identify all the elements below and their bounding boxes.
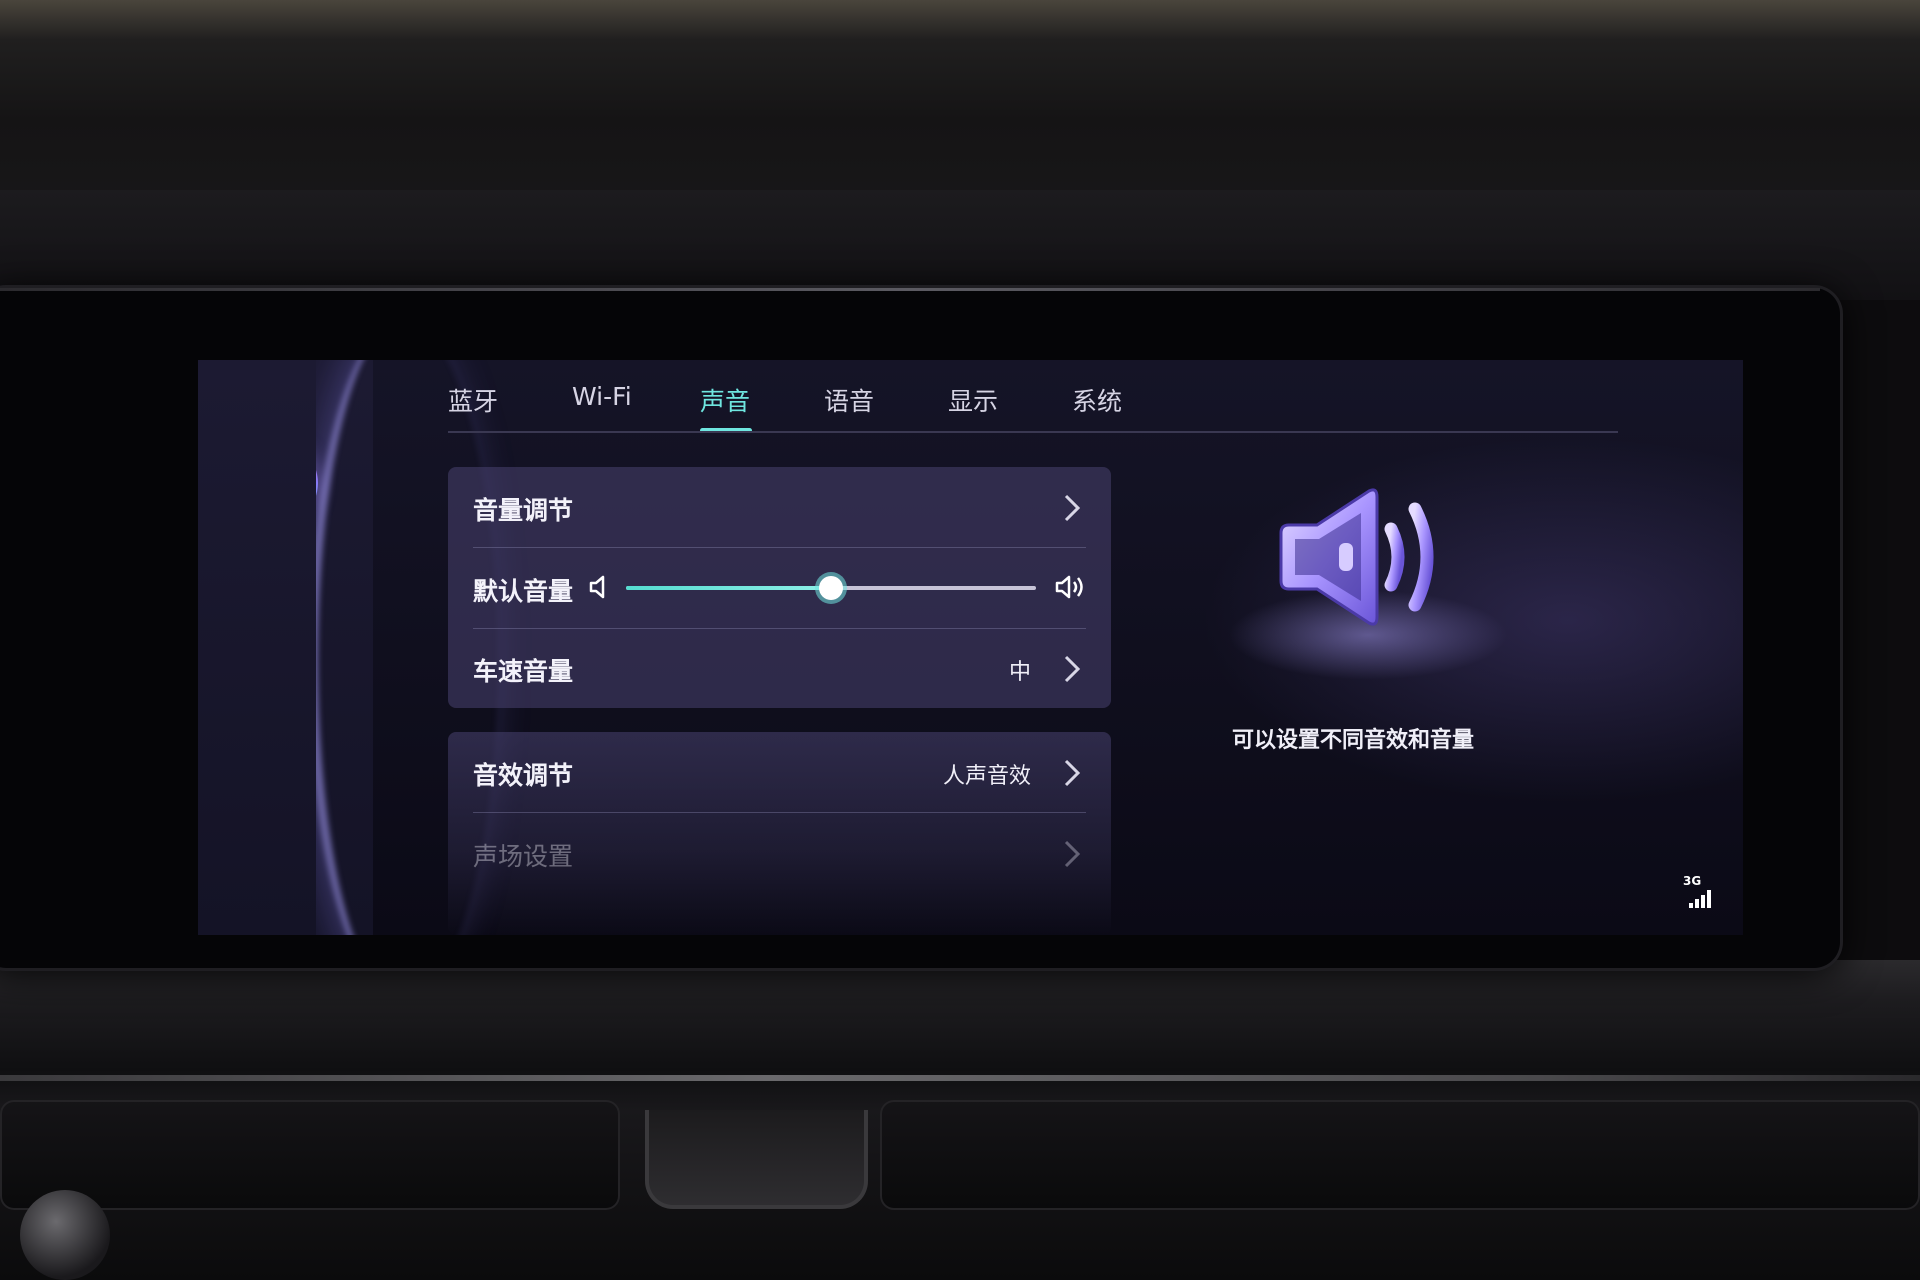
speed-volume-row[interactable]: 车速音量 中 (448, 628, 1111, 708)
volume-settings-card: 音量调节 默认音量 车速音量 中 (448, 467, 1111, 708)
sound-effects-card: 音效调节 人声音效 声场设置 (448, 732, 1111, 935)
chrome-trim-line (0, 1075, 1920, 1081)
infotainment-display: 蓝牙 Wi-Fi 声音 语音 显示 系统 音量调节 默认音量 车速音量 中 音效… (198, 360, 1743, 935)
tab-sound[interactable]: 声音 (700, 382, 750, 418)
volume-high-icon (1054, 574, 1088, 604)
volume-low-icon (588, 574, 610, 604)
bezel-highlight (0, 288, 1820, 291)
center-slot (645, 1110, 868, 1209)
tab-wifi[interactable]: Wi-Fi (572, 382, 632, 411)
sound-effect-row[interactable]: 音效调节 人声音效 (448, 732, 1111, 812)
chevron-right-icon (1061, 839, 1083, 869)
tab-voice[interactable]: 语音 (824, 382, 874, 418)
signal-bar (1695, 899, 1699, 908)
panel-hint-text: 可以设置不同音效和音量 (1231, 728, 1474, 753)
chevron-right-icon (1061, 654, 1083, 684)
volume-adjust-row[interactable]: 音量调节 (448, 467, 1111, 547)
speed-volume-label: 车速音量 (473, 657, 574, 686)
sidebar-curve-mask (198, 360, 316, 935)
speed-volume-value: 中 (1008, 660, 1031, 685)
slider-fill (626, 586, 831, 590)
default-volume-slider[interactable] (626, 576, 1036, 600)
control-knob (20, 1190, 110, 1280)
default-volume-row: 默认音量 (448, 548, 1111, 628)
sound-effect-value: 人声音效 (942, 764, 1031, 789)
air-vent-left (0, 1100, 620, 1210)
signal-bar (1707, 890, 1711, 908)
air-vent-right (880, 1100, 1920, 1210)
speaker-volume-icon (1273, 485, 1443, 630)
slider-thumb[interactable] (819, 576, 843, 600)
sound-effect-label: 音效调节 (473, 761, 574, 790)
volume-adjust-label: 音量调节 (473, 496, 574, 525)
dashboard-upper-trim (0, 190, 1920, 300)
tab-bluetooth[interactable]: 蓝牙 (448, 382, 498, 418)
tab-divider (448, 431, 1618, 433)
sound-field-row[interactable]: 声场设置 (448, 813, 1111, 893)
network-label: 3G (1683, 874, 1702, 888)
network-signal-icon: 3G (1683, 874, 1715, 908)
default-volume-label: 默认音量 (473, 577, 574, 606)
tab-system[interactable]: 系统 (1072, 382, 1122, 418)
chevron-right-icon (1061, 493, 1083, 523)
tab-display[interactable]: 显示 (948, 382, 998, 418)
chevron-right-icon (1061, 758, 1083, 788)
sound-field-label: 声场设置 (473, 842, 574, 871)
signal-bar (1689, 903, 1693, 908)
signal-bar (1701, 895, 1705, 908)
